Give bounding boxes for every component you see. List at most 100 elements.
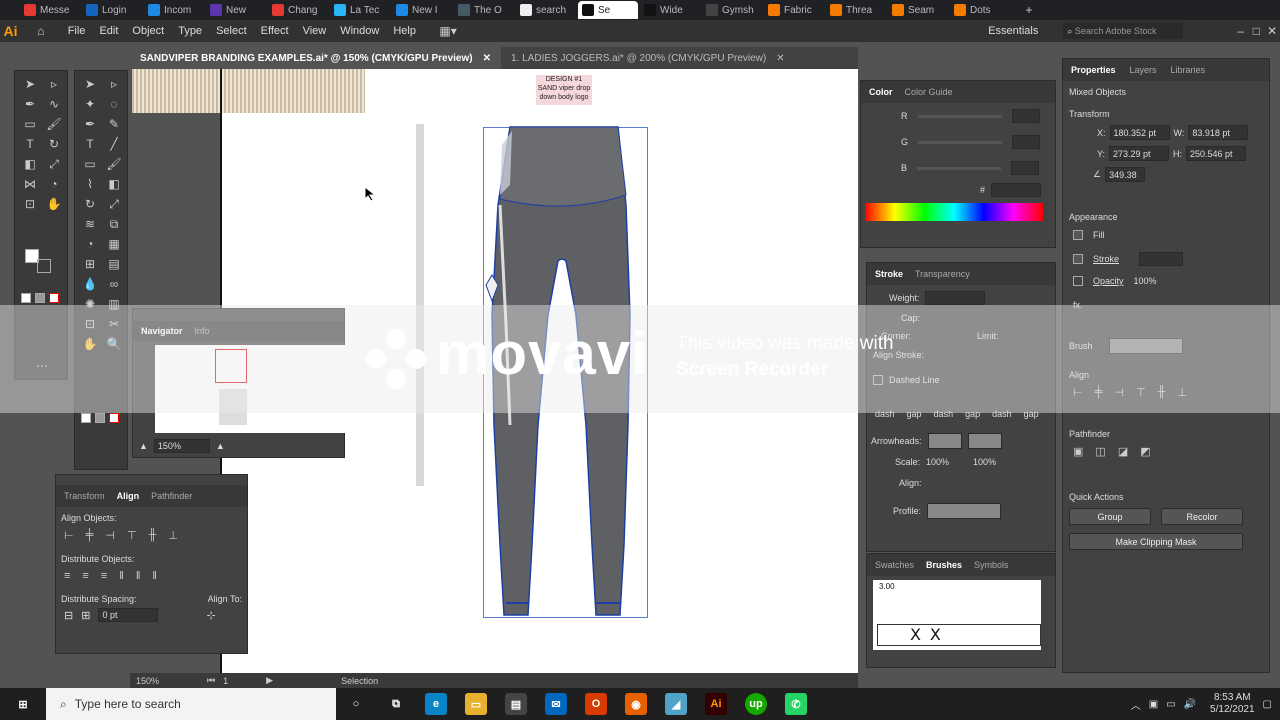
- menu-select[interactable]: Select: [209, 25, 254, 37]
- rectangle-tool-icon[interactable]: ▭: [21, 115, 39, 133]
- blue-field[interactable]: [1011, 161, 1040, 175]
- end-arrowhead-select[interactable]: [967, 433, 1002, 449]
- selection-tool-icon[interactable]: ➤: [81, 75, 99, 93]
- make-clipping-mask-button[interactable]: Make Clipping Mask: [1069, 533, 1243, 550]
- distribute-right-icon[interactable]: ‖: [152, 570, 157, 582]
- distribute-vcenter-icon[interactable]: ≡: [82, 570, 88, 582]
- x-field[interactable]: 180.352 pt: [1109, 125, 1170, 140]
- scale-tool-icon[interactable]: ⤢: [105, 195, 123, 213]
- browser-tab[interactable]: Dots: [950, 1, 1010, 19]
- brush-item-selected[interactable]: Ⅹ Ⅹ: [877, 624, 1041, 646]
- edge-icon[interactable]: e: [425, 693, 447, 715]
- rotate-field[interactable]: 349.38: [1105, 167, 1146, 182]
- tray-network-icon[interactable]: ▭: [1166, 699, 1175, 710]
- paintbrush-tool-icon[interactable]: 🖌: [45, 115, 63, 133]
- menu-type[interactable]: Type: [171, 25, 209, 37]
- close-tab-icon[interactable]: ✕: [776, 53, 784, 64]
- end-scale-value[interactable]: 100%: [973, 457, 996, 467]
- align-vcenter-icon[interactable]: ╫: [149, 529, 157, 542]
- color-mode-icon[interactable]: [81, 413, 91, 423]
- clock-date[interactable]: 5/12/2021: [1210, 704, 1255, 716]
- fill-swatch-icon[interactable]: [1073, 230, 1083, 240]
- stroke-label[interactable]: Stroke: [1093, 254, 1119, 264]
- windows-start-icon[interactable]: ⊞: [12, 693, 34, 715]
- browser-tab-active[interactable]: Se: [578, 1, 638, 19]
- close-icon[interactable]: ✕: [1264, 22, 1280, 40]
- notifications-icon[interactable]: ▢: [1263, 699, 1272, 710]
- tab-layers[interactable]: Layers: [1130, 65, 1157, 75]
- direct-selection-tool-icon[interactable]: ▹: [105, 75, 123, 93]
- tab-stroke[interactable]: Stroke: [875, 269, 903, 279]
- recolor-button[interactable]: Recolor: [1161, 508, 1243, 525]
- align-top-icon[interactable]: ⊤: [127, 529, 137, 542]
- exclude-icon[interactable]: ◩: [1140, 445, 1150, 458]
- tab-libraries[interactable]: Libraries: [1171, 65, 1206, 75]
- h-field[interactable]: 250.546 pt: [1186, 146, 1247, 161]
- browser-tab[interactable]: Gymsh: [702, 1, 762, 19]
- group-button[interactable]: Group: [1069, 508, 1151, 525]
- doc-tab[interactable]: 1. LADIES JOGGERS.ai* @ 200% (CMYK/GPU P…: [501, 47, 795, 69]
- none-mode-icon[interactable]: [49, 293, 59, 303]
- menu-effect[interactable]: Effect: [254, 25, 296, 37]
- zoom-in-icon[interactable]: ▲: [216, 441, 225, 451]
- distribute-hcenter-icon[interactable]: ‖: [136, 570, 141, 582]
- upwork-icon[interactable]: up: [745, 693, 767, 715]
- next-page-icon[interactable]: ▶: [266, 675, 273, 686]
- office-icon[interactable]: O: [585, 693, 607, 715]
- browser-tab[interactable]: Login: [82, 1, 142, 19]
- tab-align[interactable]: Align: [117, 491, 140, 501]
- store-icon[interactable]: ▤: [505, 693, 527, 715]
- stroke-weight-field[interactable]: [1139, 252, 1184, 266]
- profile-select[interactable]: [927, 503, 1002, 519]
- gradient-mode-icon[interactable]: [35, 293, 45, 303]
- distribute-left-icon[interactable]: ‖: [119, 570, 124, 582]
- browser-tab[interactable]: Chang: [268, 1, 328, 19]
- taskbar-search[interactable]: ⌕ Type here to search: [46, 688, 336, 720]
- home-icon[interactable]: ⌂: [33, 22, 49, 40]
- browser-tab[interactable]: New I: [392, 1, 452, 19]
- browser-tab[interactable]: Fabric: [764, 1, 824, 19]
- browser-tab[interactable]: Wide: [640, 1, 700, 19]
- browser-tab[interactable]: Messe: [20, 1, 80, 19]
- hand-tool-icon[interactable]: ✋: [45, 195, 63, 213]
- tab-color[interactable]: Color: [869, 87, 893, 97]
- tab-pathfinder[interactable]: Pathfinder: [151, 491, 192, 501]
- blue-slider[interactable]: [917, 166, 1002, 170]
- y-field[interactable]: 273.29 pt: [1109, 146, 1170, 161]
- browser-tab[interactable]: Seam: [888, 1, 948, 19]
- warp-tool-icon[interactable]: ≋: [81, 215, 99, 233]
- intersect-icon[interactable]: ◪: [1118, 445, 1128, 458]
- green-slider[interactable]: [918, 140, 1003, 144]
- navigator-zoom-field[interactable]: 150%: [153, 439, 210, 453]
- tab-swatches[interactable]: Swatches: [875, 560, 914, 570]
- hex-field[interactable]: [991, 183, 1041, 197]
- blend-tool-icon[interactable]: ∞: [105, 275, 123, 293]
- menu-view[interactable]: View: [296, 25, 334, 37]
- zoom-out-icon[interactable]: ▲: [139, 441, 148, 451]
- align-right-icon[interactable]: ⊣: [105, 529, 115, 542]
- stock-search-input[interactable]: ⌕ Search Adobe Stock: [1063, 23, 1183, 39]
- eraser-tool-icon[interactable]: ◧: [21, 155, 39, 173]
- color-spectrum[interactable]: [865, 203, 1043, 221]
- shape-builder-icon[interactable]: ◔: [81, 235, 99, 253]
- weight-field[interactable]: [925, 291, 986, 305]
- line-tool-icon[interactable]: ╱: [105, 135, 123, 153]
- status-tool[interactable]: Selection: [341, 676, 378, 686]
- brush-list[interactable]: 3.00 Ⅹ Ⅹ: [873, 580, 1041, 650]
- tray-volume-icon[interactable]: 🔊: [1184, 699, 1196, 710]
- red-slider[interactable]: [917, 114, 1002, 118]
- shaper-tool-icon[interactable]: ⌇: [81, 175, 99, 193]
- new-tab-icon[interactable]: +: [1020, 1, 1038, 19]
- illustrator-taskbar-icon[interactable]: Ai: [705, 693, 727, 715]
- menu-help[interactable]: Help: [386, 25, 423, 37]
- distribute-top-icon[interactable]: ≡: [64, 570, 70, 582]
- app-icon[interactable]: ◢: [665, 693, 687, 715]
- mesh-tool-icon[interactable]: ⊞: [81, 255, 99, 273]
- minus-front-icon[interactable]: ◫: [1095, 445, 1105, 458]
- task-view-icon[interactable]: ⧉: [385, 693, 407, 715]
- stroke-swatch-icon[interactable]: [37, 259, 51, 273]
- browser-tab[interactable]: Threa: [826, 1, 886, 19]
- menu-edit[interactable]: Edit: [92, 25, 125, 37]
- red-field[interactable]: [1011, 109, 1040, 123]
- tab-transform[interactable]: Transform: [64, 491, 105, 501]
